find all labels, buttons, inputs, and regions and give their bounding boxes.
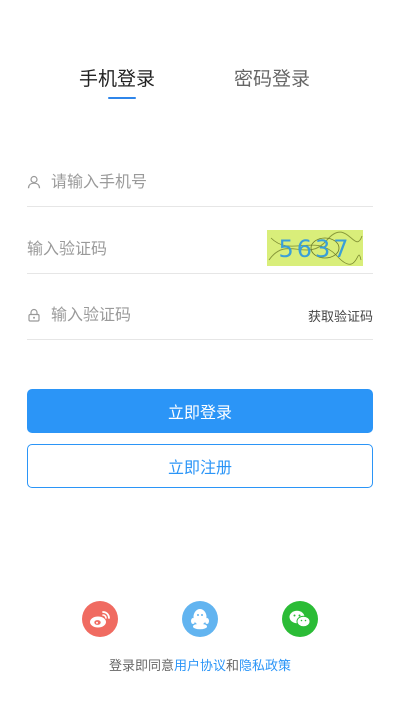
register-button[interactable]: 立即注册 [27, 444, 373, 488]
captcha-image[interactable]: 5637 [267, 230, 363, 266]
phone-field [27, 157, 373, 207]
weibo-icon [90, 611, 110, 628]
login-button[interactable]: 立即登录 [27, 389, 373, 433]
user-agreement-link[interactable]: 用户协议 [174, 659, 226, 674]
wechat-login-button[interactable] [282, 601, 318, 637]
sms-code-input[interactable] [51, 300, 281, 328]
weibo-login-button[interactable] [82, 601, 118, 637]
sms-code-field: 获取验证码 [27, 290, 373, 340]
qq-icon [191, 609, 209, 630]
tab-password-login[interactable]: 密码登录 [234, 64, 310, 91]
agreement-prefix: 登录即同意 [108, 659, 174, 674]
qq-login-button[interactable] [182, 601, 218, 637]
lock-icon [27, 307, 41, 322]
wechat-icon [289, 610, 311, 628]
agreement-text: 登录即同意用户协议和隐私政策 [0, 655, 400, 674]
user-icon [27, 174, 41, 189]
privacy-policy-link[interactable]: 隐私政策 [239, 659, 291, 674]
captcha-code: 5637 [278, 235, 351, 263]
get-code-button[interactable]: 获取验证码 [308, 306, 373, 325]
active-tab-indicator [108, 97, 136, 99]
agreement-and: 和 [226, 659, 240, 674]
captcha-field: 5637 [27, 224, 373, 274]
login-tabs: 手机登录 密码登录 [0, 64, 400, 104]
phone-input[interactable] [51, 167, 351, 195]
captcha-input[interactable] [27, 234, 257, 262]
tab-phone-login[interactable]: 手机登录 [79, 64, 155, 91]
